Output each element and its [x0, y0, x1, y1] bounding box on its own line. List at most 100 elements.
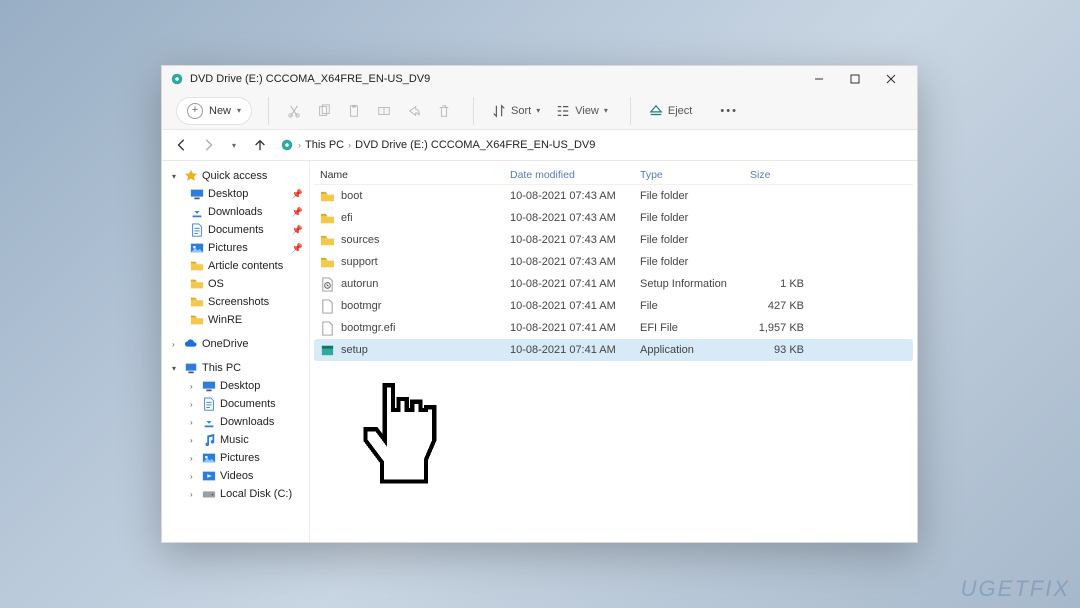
column-header-size[interactable]: Size: [750, 169, 820, 181]
forward-button[interactable]: [196, 133, 220, 157]
more-icon: •••: [720, 105, 738, 117]
file-row[interactable]: boot 10-08-2021 07:43 AM File folder: [314, 185, 913, 207]
sort-button[interactable]: Sort ▾: [486, 97, 546, 125]
sidebar-item[interactable]: › Videos: [186, 467, 307, 485]
view-label: View: [575, 105, 599, 117]
column-header-type[interactable]: Type: [640, 169, 750, 181]
chevron-down-icon: ▾: [604, 106, 608, 115]
paste-button[interactable]: [341, 97, 367, 125]
new-button-label: New: [209, 105, 231, 117]
back-button[interactable]: [170, 133, 194, 157]
app-icon: [320, 343, 335, 358]
file-row[interactable]: bootmgr.efi 10-08-2021 07:41 AM EFI File…: [314, 317, 913, 339]
window-title: DVD Drive (E:) CCCOMA_X64FRE_EN-US_DV9: [190, 73, 430, 85]
file-modified: 10-08-2021 07:43 AM: [510, 234, 640, 246]
rename-button[interactable]: [371, 97, 397, 125]
disk-icon: [202, 487, 216, 501]
file-explorer-window: DVD Drive (E:) CCCOMA_X64FRE_EN-US_DV9 +…: [161, 65, 918, 543]
desktop-icon: [202, 379, 216, 393]
close-button[interactable]: [873, 66, 909, 92]
column-header-modified[interactable]: Date modified: [510, 169, 640, 181]
pictures-icon: [190, 241, 204, 255]
chevron-down-icon: ▾: [172, 172, 180, 181]
chevron-down-icon: ▾: [536, 106, 540, 115]
sidebar-item-onedrive[interactable]: › OneDrive: [168, 335, 307, 353]
chevron-right-icon: ›: [190, 418, 198, 427]
new-button[interactable]: + New ▾: [176, 97, 252, 125]
sidebar-item[interactable]: OS: [186, 275, 307, 293]
eject-button[interactable]: Eject: [643, 97, 698, 125]
videos-icon: [202, 469, 216, 483]
file-modified: 10-08-2021 07:41 AM: [510, 322, 640, 334]
file-row[interactable]: setup 10-08-2021 07:41 AM Application 93…: [314, 339, 913, 361]
star-icon: [184, 169, 198, 183]
folder-icon: [320, 233, 335, 248]
recent-button[interactable]: ▾: [222, 133, 246, 157]
navigation-bar: ▾ › This PC › DVD Drive (E:) CCCOMA_X64F…: [162, 130, 917, 160]
sidebar-item[interactable]: › Pictures: [186, 449, 307, 467]
desktop-icon: [190, 187, 204, 201]
file-row[interactable]: efi 10-08-2021 07:43 AM File folder: [314, 207, 913, 229]
sidebar-item[interactable]: › Local Disk (C:): [186, 485, 307, 503]
sidebar-item[interactable]: › Downloads: [186, 413, 307, 431]
pin-icon: 📌: [292, 225, 307, 236]
up-button[interactable]: [248, 133, 272, 157]
file-type: EFI File: [640, 322, 750, 334]
breadcrumb-current[interactable]: DVD Drive (E:) CCCOMA_X64FRE_EN-US_DV9: [355, 139, 595, 151]
chevron-right-icon: ›: [190, 490, 198, 499]
pictures-icon: [202, 451, 216, 465]
sidebar-item[interactable]: WinRE: [186, 311, 307, 329]
file-row[interactable]: bootmgr 10-08-2021 07:41 AM File 427 KB: [314, 295, 913, 317]
sort-label: Sort: [511, 105, 531, 117]
folder-icon: [320, 189, 335, 204]
sidebar-item[interactable]: › Music: [186, 431, 307, 449]
column-header-name[interactable]: Name: [320, 169, 510, 181]
copy-button[interactable]: [311, 97, 337, 125]
file-icon: [320, 321, 335, 336]
sidebar-item-quick-access[interactable]: ▾ Quick access: [168, 167, 307, 185]
chevron-right-icon: ›: [190, 454, 198, 463]
sidebar-item-this-pc[interactable]: ▾ This PC: [168, 359, 307, 377]
sidebar-item[interactable]: Downloads 📌: [186, 203, 307, 221]
pin-icon: 📌: [292, 207, 307, 218]
pin-icon: 📌: [292, 243, 307, 254]
folder-icon: [320, 211, 335, 226]
dvd-drive-icon: [280, 138, 294, 152]
sidebar-item[interactable]: Screenshots: [186, 293, 307, 311]
file-list-area: Name Date modified Type Size boot 10-08-…: [310, 161, 917, 542]
file-row[interactable]: sources 10-08-2021 07:43 AM File folder: [314, 229, 913, 251]
minimize-button[interactable]: [801, 66, 837, 92]
sidebar-item[interactable]: › Desktop: [186, 377, 307, 395]
sidebar-item[interactable]: Documents 📌: [186, 221, 307, 239]
breadcrumb[interactable]: › This PC › DVD Drive (E:) CCCOMA_X64FRE…: [280, 138, 595, 152]
file-type: Application: [640, 344, 750, 356]
maximize-button[interactable]: [837, 66, 873, 92]
sidebar-item[interactable]: › Documents: [186, 395, 307, 413]
sidebar-item[interactable]: Article contents: [186, 257, 307, 275]
share-button[interactable]: [401, 97, 427, 125]
cut-button[interactable]: [281, 97, 307, 125]
file-size: 1 KB: [750, 278, 820, 290]
breadcrumb-root[interactable]: This PC: [305, 139, 344, 151]
navigation-pane: ▾ Quick access Desktop 📌 Downloads 📌 Doc…: [162, 161, 310, 542]
file-name: setup: [341, 344, 368, 356]
cut-icon: [287, 104, 301, 118]
sidebar-item[interactable]: Pictures 📌: [186, 239, 307, 257]
sidebar-item[interactable]: Desktop 📌: [186, 185, 307, 203]
folder-icon: [190, 295, 204, 309]
file-row[interactable]: support 10-08-2021 07:43 AM File folder: [314, 251, 913, 273]
delete-button[interactable]: [431, 97, 457, 125]
more-button[interactable]: •••: [714, 97, 744, 125]
downloads-icon: [202, 415, 216, 429]
watermark: UGETFIX: [961, 576, 1070, 602]
chevron-right-icon: ›: [348, 140, 351, 150]
chevron-right-icon: ›: [190, 472, 198, 481]
view-button[interactable]: View ▾: [550, 97, 614, 125]
paste-icon: [347, 104, 361, 118]
file-type: File folder: [640, 190, 750, 202]
dvd-drive-icon: [170, 72, 184, 86]
file-row[interactable]: autorun 10-08-2021 07:41 AM Setup Inform…: [314, 273, 913, 295]
cloud-icon: [184, 337, 198, 351]
file-name: boot: [341, 190, 362, 202]
file-name: bootmgr.efi: [341, 322, 395, 334]
